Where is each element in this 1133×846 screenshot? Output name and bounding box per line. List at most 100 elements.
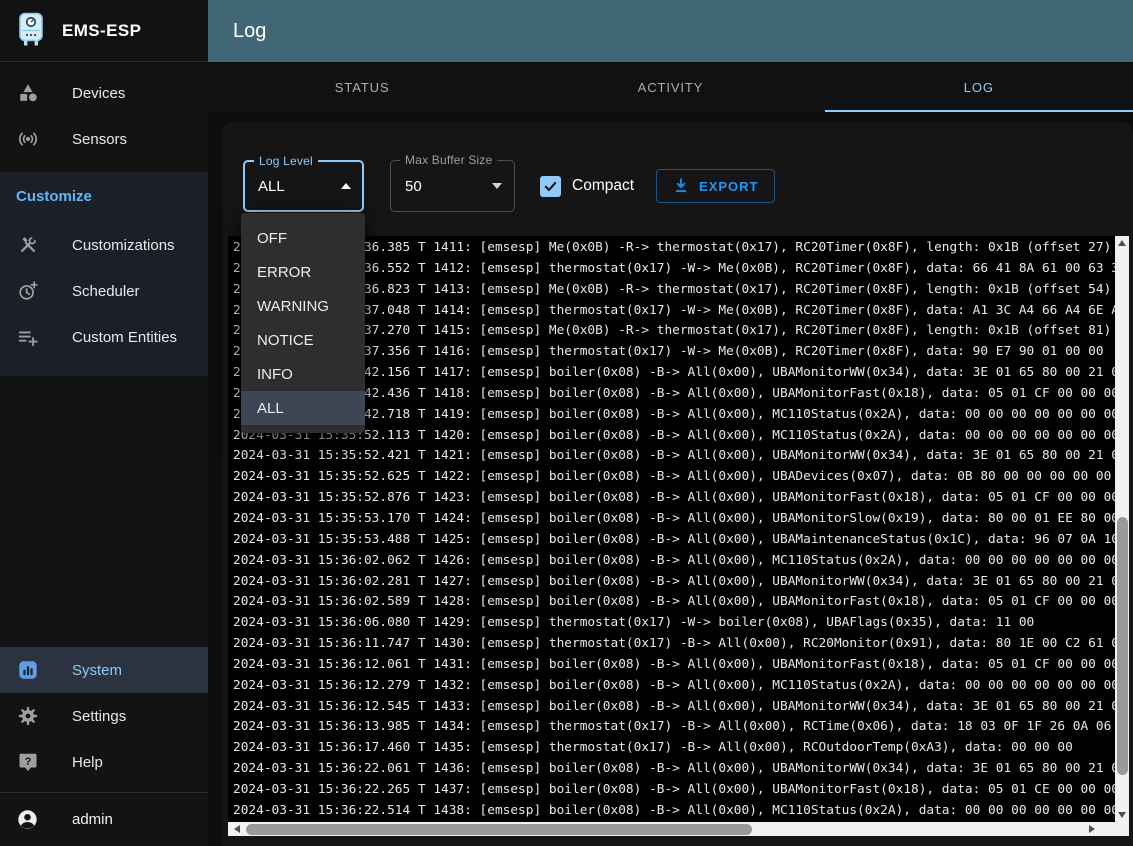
chevron-down-icon xyxy=(492,183,502,189)
compact-checkbox[interactable] xyxy=(540,176,561,197)
log-line: 2024-03-31 15:35:53.488 T 1425: [emsesp]… xyxy=(233,530,1115,551)
menu-option-notice[interactable]: NOTICE xyxy=(241,323,365,357)
log-line: 2024-03-31 15:35:42.436 T 1418: [emsesp]… xyxy=(233,384,1115,405)
sidebar-item-label: Devices xyxy=(72,85,125,102)
vertical-scrollbar[interactable] xyxy=(1115,236,1129,822)
log-line: 2024-03-31 15:36:02.589 T 1428: [emsesp]… xyxy=(233,592,1115,613)
scroll-down-arrow-icon[interactable] xyxy=(1115,808,1129,822)
sidebar-item-scheduler[interactable]: Scheduler xyxy=(0,268,208,314)
export-button-label: EXPORT xyxy=(699,179,758,194)
sidebar-item-system[interactable]: System xyxy=(0,647,208,693)
sidebar-item-devices[interactable]: Devices xyxy=(0,70,208,116)
tab-label: STATUS xyxy=(335,80,390,95)
ems-esp-app: EMS-ESP Devices xyxy=(0,0,1133,846)
menu-option-label: NOTICE xyxy=(257,332,314,349)
log-line: 2024-03-31 15:36:12.545 T 1433: [emsesp]… xyxy=(233,697,1115,718)
tab-log[interactable]: LOG xyxy=(825,62,1133,112)
sidebar-item-label: Help xyxy=(72,754,103,771)
log-line: 2024-03-31 15:35:53.170 T 1424: [emsesp]… xyxy=(233,509,1115,530)
log-line: 2024-03-31 15:35:36.823 T 1413: [emsesp]… xyxy=(233,280,1115,301)
tab-status[interactable]: STATUS xyxy=(208,62,516,112)
menu-option-off[interactable]: OFF xyxy=(241,221,365,255)
help-bubble-icon: ? xyxy=(16,750,40,774)
log-line: 2024-03-31 15:35:37.270 T 1415: [emsesp]… xyxy=(233,321,1115,342)
sidebar: EMS-ESP Devices xyxy=(0,0,208,846)
log-line: 2024-03-31 15:36:02.062 T 1426: [emsesp]… xyxy=(233,551,1115,572)
sidebar-item-customizations[interactable]: Customizations xyxy=(0,222,208,268)
sidebar-item-label: Sensors xyxy=(72,131,127,148)
main-content: Log STATUS ACTIVITY LOG Log Level ALL xyxy=(208,0,1133,846)
compact-checkbox-label[interactable]: Compact xyxy=(572,177,634,195)
account-circle-icon xyxy=(16,808,40,832)
log-level-menu: OFF ERROR WARNING NOTICE INFO ALL xyxy=(241,213,365,433)
log-level-select[interactable]: Log Level ALL xyxy=(243,160,364,212)
sidebar-bottom: System xyxy=(0,647,208,846)
vertical-scrollbar-thumb[interactable] xyxy=(1117,517,1128,775)
log-level-label: Log Level xyxy=(254,154,318,168)
checkmark-icon xyxy=(543,179,558,194)
menu-option-label: OFF xyxy=(257,230,287,247)
log-level-value: ALL xyxy=(258,178,285,195)
sidebar-item-label: Custom Entities xyxy=(72,329,177,346)
log-line: 2024-03-31 15:36:22.514 T 1438: [emsesp]… xyxy=(233,801,1115,822)
sidebar-item-help[interactable]: ? Help xyxy=(0,739,208,785)
sidebar-user-admin[interactable]: admin xyxy=(0,793,208,846)
sidebar-item-settings[interactable]: Settings xyxy=(0,693,208,739)
log-line: 2024-03-31 15:35:52.421 T 1421: [emsesp]… xyxy=(233,446,1115,467)
playlist-add-icon xyxy=(16,325,40,349)
scroll-up-arrow-icon[interactable] xyxy=(1115,236,1129,250)
horizontal-scrollbar-thumb[interactable] xyxy=(246,824,752,835)
export-button[interactable]: EXPORT xyxy=(656,169,774,203)
tab-bar: STATUS ACTIVITY LOG xyxy=(208,62,1133,112)
app-bar: Log xyxy=(208,0,1133,62)
sidebar-item-sensors[interactable]: Sensors xyxy=(0,116,208,162)
log-line: 2024-03-31 15:36:22.061 T 1436: [emsesp]… xyxy=(233,759,1115,780)
sidebar-nav-top: Devices Sensors xyxy=(0,62,208,162)
max-buffer-size-value: 50 xyxy=(405,178,422,195)
tab-label: LOG xyxy=(964,80,994,95)
menu-option-all[interactable]: ALL xyxy=(241,391,365,425)
log-line: 2024-03-31 15:35:52.113 T 1420: [emsesp]… xyxy=(233,426,1115,447)
scroll-left-arrow-icon[interactable] xyxy=(230,822,244,836)
sidebar-item-label: Scheduler xyxy=(72,283,140,300)
page-title: Log xyxy=(233,20,266,43)
app-title: EMS-ESP xyxy=(62,21,141,41)
bar-chart-icon xyxy=(16,658,40,682)
log-line: 2024-03-31 15:36:13.985 T 1434: [emsesp]… xyxy=(233,717,1115,738)
scroll-right-arrow-icon[interactable] xyxy=(1085,822,1099,836)
tools-icon xyxy=(16,233,40,257)
log-line: 2024-03-31 15:35:42.156 T 1417: [emsesp]… xyxy=(233,363,1115,384)
menu-option-error[interactable]: ERROR xyxy=(241,255,365,289)
log-line: 2024-03-31 15:36:12.061 T 1431: [emsesp]… xyxy=(233,655,1115,676)
menu-option-warning[interactable]: WARNING xyxy=(241,289,365,323)
menu-option-label: INFO xyxy=(257,366,293,383)
sidebar-header: EMS-ESP xyxy=(0,0,208,62)
log-line: 2024-03-31 15:35:37.356 T 1416: [emsesp]… xyxy=(233,342,1115,363)
log-line: 2024-03-31 15:35:42.718 T 1419: [emsesp]… xyxy=(233,405,1115,426)
horizontal-scrollbar[interactable] xyxy=(228,822,1129,836)
log-line: 2024-03-31 15:36:11.747 T 1430: [emsesp]… xyxy=(233,634,1115,655)
user-name: admin xyxy=(72,811,113,828)
menu-option-label: ALL xyxy=(257,400,284,417)
active-tab-indicator xyxy=(825,110,1133,112)
customize-section-header: Customize xyxy=(0,172,208,222)
max-buffer-size-label: Max Buffer Size xyxy=(400,153,497,167)
log-line: 2024-03-31 15:35:37.048 T 1414: [emsesp]… xyxy=(233,301,1115,322)
sidebar-item-label: Settings xyxy=(72,708,126,725)
menu-option-info[interactable]: INFO xyxy=(241,357,365,391)
tab-activity[interactable]: ACTIVITY xyxy=(516,62,824,112)
log-line: 2024-03-31 15:36:02.281 T 1427: [emsesp]… xyxy=(233,572,1115,593)
log-panel: Log Level ALL Max Buffer Size 50 Comp xyxy=(222,122,1133,846)
download-icon xyxy=(672,177,690,195)
menu-option-label: WARNING xyxy=(257,298,329,315)
compact-control: Compact xyxy=(540,176,634,197)
sidebar-customize-section: Customize Customizations xyxy=(0,172,208,376)
max-buffer-size-select[interactable]: Max Buffer Size 50 xyxy=(390,160,515,212)
log-line: 2024-03-31 15:36:22.265 T 1437: [emsesp]… xyxy=(233,780,1115,801)
log-line: 2024-03-31 15:36:12.279 T 1432: [emsesp]… xyxy=(233,676,1115,697)
clock-plus-icon xyxy=(16,279,40,303)
menu-option-label: ERROR xyxy=(257,264,311,281)
log-controls: Log Level ALL Max Buffer Size 50 Comp xyxy=(243,160,775,212)
sidebar-item-custom-entities[interactable]: Custom Entities xyxy=(0,314,208,360)
sidebar-item-label: Customizations xyxy=(72,237,175,254)
